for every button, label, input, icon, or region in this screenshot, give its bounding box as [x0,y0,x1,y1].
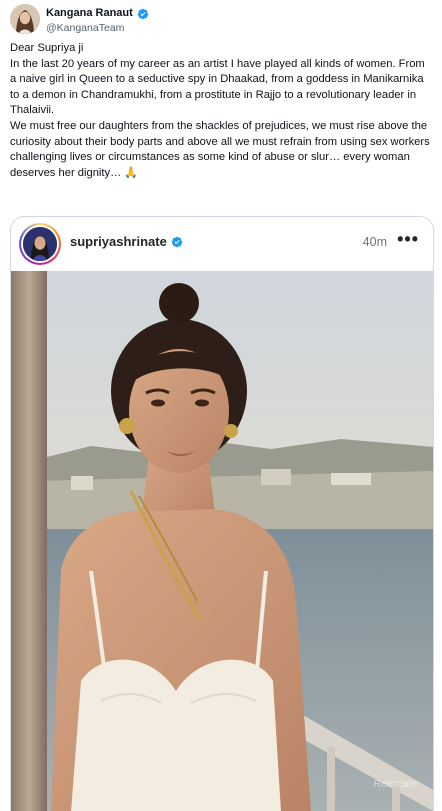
folded-hands-emoji: 🙏 [124,166,139,179]
more-options-icon[interactable]: ••• [397,229,419,250]
photo-watermark: Retrocam [373,779,417,790]
tweet-paragraph: We must free our daughters from the shac… [10,119,434,181]
photo-illustration [11,271,433,811]
author-name-row: Kangana Ranaut [46,7,149,20]
embedded-post-username[interactable]: supriyashrinate [70,234,167,249]
tweet-header: Kangana Ranaut @KanganaTeam [10,4,430,38]
tweet-paragraph: Dear Supriya ji [10,42,84,54]
author-avatar[interactable] [10,4,40,34]
verified-badge-icon [137,7,149,20]
embedded-post-photo[interactable]: Retrocam [11,271,433,811]
embedded-post-header: supriyashrinate 40m ••• [11,217,433,271]
embedded-post-avatar[interactable] [19,223,61,265]
verified-badge-icon [171,236,183,248]
tweet-paragraph-text: We must free our daughters from the shac… [10,119,430,179]
embedded-post-timestamp: 40m [362,235,387,249]
embedded-post-card[interactable]: supriyashrinate 40m ••• Retrocam [10,216,434,811]
embedded-post-user-row: supriyashrinate [70,234,183,249]
tweet-text: Dear Supriya ji In the last 20 years of … [10,41,434,181]
author-display-name[interactable]: Kangana Ranaut [46,7,133,19]
tweet-paragraph: In the last 20 years of my career as an … [10,57,425,117]
author-handle[interactable]: @KanganaTeam [46,22,124,34]
